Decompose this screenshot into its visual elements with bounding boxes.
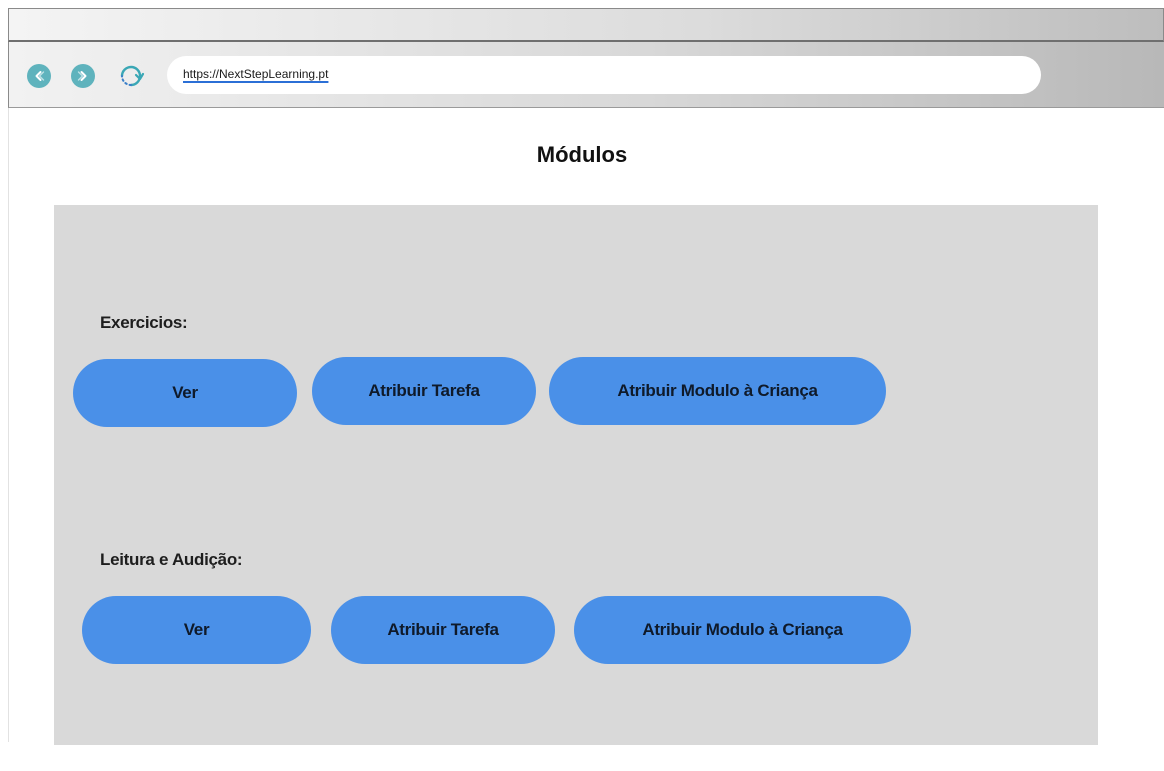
reading-assign-module-button[interactable]: Atribuir Modulo à Criança bbox=[574, 596, 911, 664]
modules-panel bbox=[54, 205, 1098, 745]
page-title: Módulos bbox=[536, 142, 628, 167]
exercises-view-button[interactable]: Ver bbox=[73, 359, 297, 427]
section-label-reading-listening: Leitura e Audição: bbox=[100, 550, 243, 569]
forward-button[interactable] bbox=[71, 64, 95, 88]
reload-button[interactable] bbox=[117, 62, 145, 90]
exercises-assign-module-button[interactable]: Atribuir Modulo à Criança bbox=[549, 357, 886, 425]
reload-icon bbox=[120, 65, 145, 87]
reading-assign-task-button[interactable]: Atribuir Tarefa bbox=[331, 596, 555, 664]
browser-toolbar: https://NextStepLearning.pt bbox=[8, 42, 1164, 108]
reading-view-button[interactable]: Ver bbox=[82, 596, 311, 664]
address-url[interactable]: https://NextStepLearning.pt bbox=[183, 67, 328, 81]
address-bar[interactable]: https://NextStepLearning.pt bbox=[167, 56, 1041, 94]
back-button[interactable] bbox=[27, 64, 51, 88]
chevron-right-icon bbox=[77, 71, 87, 81]
exercises-assign-task-button[interactable]: Atribuir Tarefa bbox=[312, 357, 536, 425]
section-label-exercises: Exercicios: bbox=[100, 313, 188, 332]
browser-window: https://NextStepLearning.pt Módulos Exer… bbox=[0, 0, 1164, 771]
browser-titlebar bbox=[8, 8, 1164, 42]
window-edge bbox=[8, 108, 9, 742]
chevron-left-icon bbox=[35, 71, 45, 81]
